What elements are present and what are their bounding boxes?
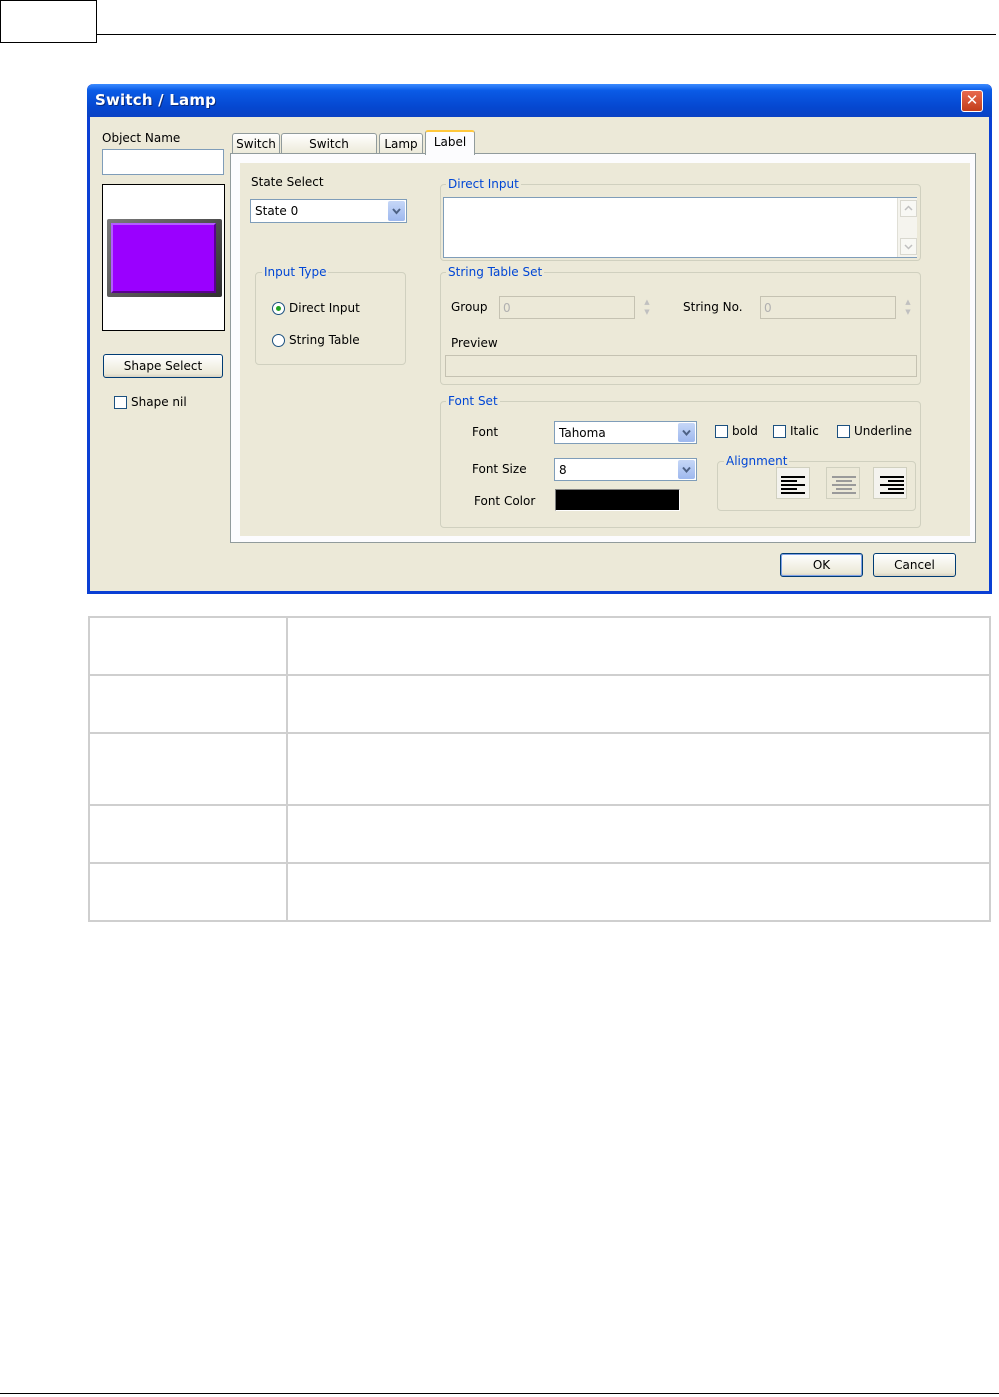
spinner-arrows-icon[interactable]: ▲ ▼ bbox=[640, 297, 654, 319]
font-label: Font bbox=[472, 425, 499, 439]
direct-input-scrollbar[interactable] bbox=[897, 198, 917, 257]
header-rule bbox=[97, 34, 996, 35]
input-type-title: Input Type bbox=[262, 265, 329, 279]
underline-checkbox[interactable] bbox=[837, 425, 850, 438]
radio-direct-input-label: Direct Input bbox=[289, 301, 360, 315]
group-spinner[interactable]: 0 ▲ ▼ bbox=[499, 296, 650, 319]
bold-label: bold bbox=[732, 424, 758, 438]
preview-field bbox=[445, 355, 917, 377]
shape-preview-bezel bbox=[107, 219, 222, 297]
font-color-swatch[interactable] bbox=[555, 489, 680, 511]
group-value: 0 bbox=[503, 301, 511, 315]
font-color-label: Font Color bbox=[474, 494, 536, 508]
tab-switch[interactable]: Switch bbox=[232, 133, 280, 154]
table-row bbox=[88, 674, 991, 734]
font-set-title: Font Set bbox=[446, 394, 500, 408]
table-row bbox=[88, 616, 991, 676]
shape-nil-label: Shape nil bbox=[131, 395, 187, 409]
table-cell bbox=[88, 616, 288, 676]
scroll-up-icon[interactable] bbox=[900, 200, 917, 217]
font-dropdown[interactable]: Tahoma bbox=[554, 421, 697, 444]
direct-input-textarea[interactable] bbox=[443, 197, 917, 258]
table-cell bbox=[286, 674, 991, 734]
input-type-group bbox=[255, 272, 406, 365]
radio-selected-dot bbox=[276, 306, 281, 311]
tab-lamp[interactable]: Lamp bbox=[379, 133, 423, 154]
state-select-value: State 0 bbox=[255, 204, 299, 218]
object-name-label: Object Name bbox=[102, 131, 181, 145]
table-row bbox=[88, 862, 991, 922]
tab-label[interactable]: Label bbox=[425, 130, 475, 155]
shape-preview bbox=[102, 184, 225, 331]
tab-switch-common[interactable]: Switch Common bbox=[281, 133, 377, 171]
table-row bbox=[88, 804, 991, 864]
radio-string-table-label: String Table bbox=[289, 333, 360, 347]
page-header-box bbox=[0, 0, 97, 43]
table-cell bbox=[286, 616, 991, 676]
font-size-dropdown[interactable]: 8 bbox=[554, 458, 697, 481]
state-select-label: State Select bbox=[251, 175, 324, 189]
table-cell bbox=[88, 804, 288, 864]
object-name-input[interactable] bbox=[102, 149, 224, 175]
font-size-label: Font Size bbox=[472, 462, 527, 476]
close-icon[interactable]: ✕ bbox=[961, 90, 983, 112]
string-no-value: 0 bbox=[764, 301, 772, 315]
shape-nil-checkbox[interactable] bbox=[114, 396, 127, 409]
font-size-value: 8 bbox=[559, 463, 567, 477]
string-no-spinner[interactable]: 0 ▲ ▼ bbox=[760, 296, 911, 319]
table-cell bbox=[88, 732, 288, 806]
dialog-title: Switch / Lamp bbox=[95, 91, 217, 109]
spinner-arrows-icon[interactable]: ▲ ▼ bbox=[901, 297, 915, 319]
ok-button[interactable]: OK bbox=[780, 553, 863, 577]
string-no-label: String No. bbox=[683, 300, 743, 314]
table-row bbox=[88, 732, 991, 806]
font-value: Tahoma bbox=[559, 426, 606, 440]
radio-string-table[interactable] bbox=[272, 334, 285, 347]
cancel-button[interactable]: Cancel bbox=[873, 553, 956, 577]
radio-direct-input[interactable] bbox=[272, 302, 285, 315]
dialog-title-bar[interactable] bbox=[87, 84, 992, 117]
preview-label: Preview bbox=[451, 336, 498, 350]
state-select-dropdown[interactable]: State 0 bbox=[250, 199, 407, 223]
align-left-icon[interactable] bbox=[776, 467, 810, 499]
table-cell bbox=[88, 674, 288, 734]
table-cell bbox=[88, 862, 288, 922]
scroll-down-icon[interactable] bbox=[900, 238, 917, 255]
direct-input-title: Direct Input bbox=[446, 177, 521, 191]
table-cell bbox=[286, 732, 991, 806]
footer-rule bbox=[0, 1393, 999, 1394]
align-right-icon[interactable] bbox=[873, 467, 907, 499]
chevron-down-icon[interactable] bbox=[678, 460, 695, 479]
table-cell bbox=[286, 804, 991, 864]
bold-checkbox[interactable] bbox=[715, 425, 728, 438]
chevron-down-icon[interactable] bbox=[678, 423, 695, 442]
description-table bbox=[88, 616, 991, 922]
group-label: Group bbox=[451, 300, 488, 314]
italic-checkbox[interactable] bbox=[773, 425, 786, 438]
align-center-icon[interactable] bbox=[826, 467, 860, 499]
italic-label: Italic bbox=[790, 424, 819, 438]
shape-preview-lamp bbox=[111, 223, 216, 293]
string-table-title: String Table Set bbox=[446, 265, 545, 279]
alignment-title: Alignment bbox=[724, 454, 790, 468]
shape-select-button[interactable]: Shape Select bbox=[103, 354, 223, 378]
underline-label: Underline bbox=[854, 424, 912, 438]
table-cell bbox=[286, 862, 991, 922]
chevron-down-icon[interactable] bbox=[388, 201, 405, 221]
